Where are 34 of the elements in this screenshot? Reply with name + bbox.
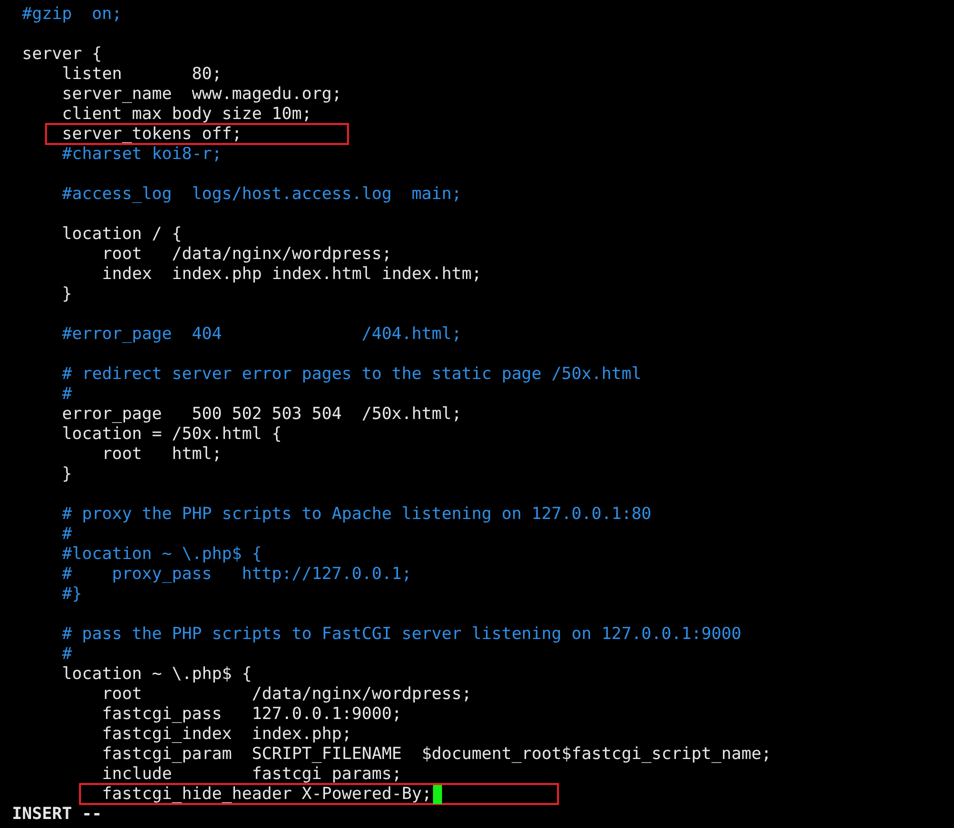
code-line: }: [62, 284, 72, 304]
code-line: include fastcgi params;: [102, 764, 402, 784]
comment-line: #: [62, 384, 72, 404]
code-line: root /data/nginx/wordpress;: [102, 244, 392, 264]
code-line: fastcgi_hide_header X-Powered-By;: [102, 784, 432, 804]
code-line: fastcgi_index index.php;: [102, 724, 352, 744]
code-line: server_name www.magedu.org;: [62, 84, 342, 104]
comment-line: #error_page 404 /404.html;: [62, 324, 462, 344]
code-line: location = /50x.html {: [62, 424, 282, 444]
code-line: listen 80;: [62, 64, 222, 84]
comment-line: # pass the PHP scripts to FastCGI server listening on 127.0.0.1:9000: [62, 624, 742, 644]
code-line: server_tokens off;: [62, 124, 242, 144]
code-line: index index.php index.html index.htm;: [102, 264, 482, 284]
comment-line: #: [62, 644, 72, 664]
comment-line: # proxy_pass http://127.0.0.1;: [62, 564, 412, 584]
code-line: location / {: [62, 224, 182, 244]
code-line: error_page 500 502 503 504 /50x.html;: [62, 404, 462, 424]
comment-line: # proxy the PHP scripts to Apache listening on 127.0.0.1:80: [62, 504, 652, 524]
comment-line: #: [62, 524, 72, 544]
comment-line: #gzip on;: [22, 4, 122, 24]
code-line: fastcgi_pass 127.0.0.1:9000;: [102, 704, 402, 724]
comment-line: #charset koi8-r;: [62, 144, 222, 164]
comment-line: # redirect server error pages to the static page /50x.html: [62, 364, 642, 384]
code-line: }: [62, 464, 72, 484]
code-line: fastcgi_param SCRIPT_FILENAME $document_root$fastcgi_script_name;: [102, 744, 772, 764]
code-line: location ~ \.php$ {: [62, 664, 252, 684]
comment-line: #access_log logs/host.access.log main;: [62, 184, 462, 204]
mode-indicator: INSERT --: [12, 804, 102, 823]
code-line: client max body size 10m;: [62, 104, 312, 124]
code-line: server {: [22, 44, 102, 64]
comment-line: #location ~ \.php$ {: [62, 544, 262, 564]
comment-line: #}: [62, 584, 82, 604]
code-line: root html;: [102, 444, 222, 464]
code-line: root /data/nginx/wordpress;: [102, 684, 472, 704]
